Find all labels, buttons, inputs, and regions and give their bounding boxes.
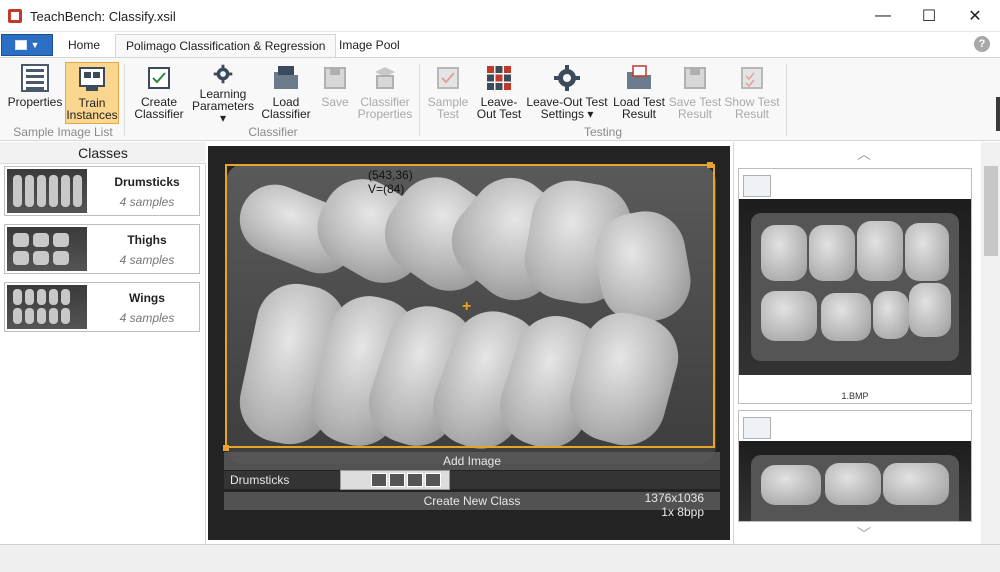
pool-image-thumbnail <box>739 441 971 521</box>
title-bar: TeachBench: Classify.xsil — ☐ ✕ <box>0 0 1000 32</box>
scrollbar-thumb[interactable] <box>984 166 998 256</box>
properties-icon <box>21 64 49 92</box>
dropdown-caret-icon: ▾ <box>219 111 227 125</box>
chevron-down-icon: ▼ <box>30 40 40 50</box>
ribbon-separator <box>786 64 787 136</box>
class-label-bar: Drumsticks <box>224 471 720 489</box>
close-button[interactable]: ✕ <box>952 0 998 32</box>
properties-button[interactable]: Properties <box>6 62 64 124</box>
image-icon <box>743 417 771 439</box>
show-test-result-button[interactable]: Show Test Result <box>724 62 780 124</box>
classes-panel: Classes Drumsticks 4 samples Thighs 4 sa… <box>0 142 206 544</box>
class-item-drumsticks[interactable]: Drumsticks 4 samples <box>4 166 200 216</box>
add-image-button[interactable]: Add Image <box>224 452 720 470</box>
class-sample-count: 4 samples <box>119 311 175 325</box>
class-name: Thighs <box>127 233 167 247</box>
current-class-label: Drumsticks <box>230 473 290 487</box>
save-test-result-button[interactable]: Save Test Result <box>668 62 722 124</box>
tab-image-pool[interactable]: Image Pool <box>329 34 410 58</box>
save-disk-icon <box>684 67 706 89</box>
ribbon-separator <box>124 64 125 136</box>
class-sample-count: 4 samples <box>119 253 175 267</box>
sample-test-button[interactable]: Sample Test <box>424 62 472 124</box>
status-bar <box>0 544 1000 572</box>
pixel-readout: (543,36) V=(84) <box>368 168 413 196</box>
pool-image-item[interactable]: 1.BMP <box>738 168 972 404</box>
window-title: TeachBench: Classify.xsil <box>30 9 176 24</box>
image-pool-panel: ︿ 1.BMP ﹀ <box>733 142 1000 544</box>
save-disk-icon <box>324 67 346 89</box>
load-classifier-button[interactable]: Load Classifier <box>258 62 314 124</box>
leave-out-test-button[interactable]: Leave- Out Test <box>474 62 524 124</box>
class-item-wings[interactable]: Wings 4 samples <box>4 282 200 332</box>
roi-resize-handle[interactable] <box>707 162 713 168</box>
group-label-classifier: Classifier <box>248 125 298 139</box>
dropdown-caret-icon: ▾ <box>587 107 594 121</box>
sample-test-icon <box>437 67 459 89</box>
leave-out-test-settings-button[interactable]: Leave-Out Test Settings ▾ <box>526 62 608 124</box>
class-name: Wings <box>129 291 165 305</box>
image-icon <box>743 175 771 197</box>
classes-panel-title: Classes <box>78 145 128 161</box>
pool-image-filename: 1.BMP <box>841 391 869 401</box>
image-viewer[interactable]: + (543,36) V=(84) Add Image Drumsticks C… <box>208 146 730 540</box>
folder-open-icon <box>627 65 651 89</box>
ribbon: Properties Train Instances Sample Image … <box>0 57 1000 141</box>
app-logo-icon <box>8 9 22 23</box>
leave-out-test-icon <box>487 66 511 90</box>
sample-thumbnail-strip[interactable] <box>340 470 450 490</box>
gear-icon <box>554 65 580 91</box>
scroll-down-chevron-icon[interactable]: ﹀ <box>854 527 874 541</box>
gear-icon <box>213 64 233 84</box>
roi-resize-handle[interactable] <box>223 445 229 451</box>
scroll-up-chevron-icon[interactable]: ︿ <box>854 147 874 161</box>
train-instances-button[interactable]: Train Instances <box>65 62 119 124</box>
class-name: Drumsticks <box>114 175 180 189</box>
class-thumbnail <box>7 227 87 271</box>
save-button[interactable]: Save <box>316 62 354 124</box>
folder-open-icon <box>274 66 298 89</box>
create-classifier-icon <box>148 67 170 89</box>
create-classifier-button[interactable]: Create Classifier <box>130 62 188 124</box>
tab-home[interactable]: Home <box>58 34 110 58</box>
pool-image-item[interactable] <box>738 410 972 522</box>
learning-parameters-button[interactable]: Learning Parameters ▾ <box>190 62 256 124</box>
group-label-testing: Testing <box>583 125 623 139</box>
class-thumbnail <box>7 169 87 213</box>
classifier-properties-icon <box>375 67 395 89</box>
ribbon-separator <box>419 64 420 136</box>
image-info: 1376x1036 1x 8bpp <box>644 491 704 519</box>
class-sample-count: 4 samples <box>119 195 175 209</box>
window-edge <box>996 97 1000 131</box>
crosshair-icon[interactable]: + <box>462 298 471 316</box>
classifier-properties-button[interactable]: Classifier Properties <box>356 62 414 124</box>
class-thumbnail <box>7 285 87 329</box>
file-menu-button[interactable]: ▼ <box>1 34 53 56</box>
load-test-result-button[interactable]: Load Test Result <box>610 62 668 124</box>
maximize-button[interactable]: ☐ <box>906 0 952 32</box>
show-test-result-icon <box>741 67 763 89</box>
class-item-thighs[interactable]: Thighs 4 samples <box>4 224 200 274</box>
train-instances-icon <box>79 67 105 91</box>
ribbon-tab-row: ▼ Home Polimago Classification & Regress… <box>0 32 1000 58</box>
document-icon <box>14 40 27 50</box>
group-label-sample-image-list: Sample Image List <box>13 125 113 139</box>
pool-image-thumbnail <box>739 199 971 375</box>
help-icon[interactable]: ? <box>974 36 990 52</box>
tab-polimago[interactable]: Polimago Classification & Regression <box>115 34 337 58</box>
minimize-button[interactable]: — <box>860 0 906 32</box>
